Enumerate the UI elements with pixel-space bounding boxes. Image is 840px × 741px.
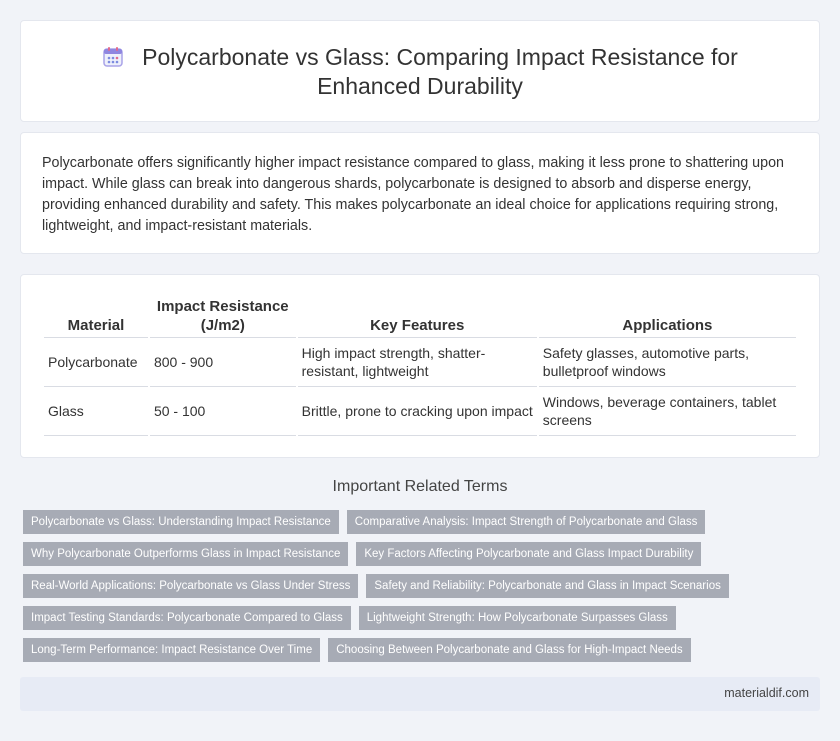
table-cell: Polycarbonate [44, 338, 148, 387]
related-term-tag[interactable]: Key Factors Affecting Polycarbonate and … [356, 542, 702, 566]
table-cell: High impact strength, shatter-resistant,… [297, 338, 537, 387]
related-term-tag[interactable]: Impact Testing Standards: Polycarbonate … [23, 606, 351, 630]
column-header-impact-resistance: Impact Resistance (J/m2) [149, 295, 296, 338]
related-term-tag[interactable]: Polycarbonate vs Glass: Understanding Im… [23, 510, 339, 534]
footer-site-link[interactable]: materialdif.com [724, 686, 809, 700]
tag-row: Impact Testing Standards: Polycarbonate … [23, 606, 823, 630]
calendar-icon [103, 47, 123, 67]
table-cell: 50 - 100 [149, 387, 296, 436]
page-title: Polycarbonate vs Glass: Comparing Impact… [21, 43, 819, 101]
comparison-table-card: Material Impact Resistance (J/m2) Key Fe… [20, 274, 820, 458]
page-title-line1: Polycarbonate vs Glass: Comparing Impact… [142, 44, 738, 70]
related-term-tag[interactable]: Real-World Applications: Polycarbonate v… [23, 574, 359, 598]
page-title-line2: Enhanced Durability [317, 73, 523, 99]
table-cell: Safety glasses, automotive parts, bullet… [538, 338, 796, 387]
header-card: Polycarbonate vs Glass: Comparing Impact… [20, 20, 820, 122]
table-cell: Windows, beverage containers, tablet scr… [538, 387, 796, 436]
table-cell: 800 - 900 [149, 338, 296, 387]
column-header-applications: Applications [538, 295, 796, 338]
table-header-row: Material Impact Resistance (J/m2) Key Fe… [44, 295, 796, 338]
tag-row: Real-World Applications: Polycarbonate v… [23, 574, 823, 598]
related-terms-list: Polycarbonate vs Glass: Understanding Im… [23, 510, 823, 670]
table-row: Glass 50 - 100 Brittle, prone to crackin… [44, 387, 796, 436]
footer: materialdif.com [20, 677, 820, 711]
table-cell: Glass [44, 387, 148, 436]
related-term-tag[interactable]: Why Polycarbonate Outperforms Glass in I… [23, 542, 349, 566]
comparison-table: Material Impact Resistance (J/m2) Key Fe… [42, 295, 798, 436]
column-header-key-features: Key Features [297, 295, 537, 338]
related-term-tag[interactable]: Lightweight Strength: How Polycarbonate … [358, 606, 676, 630]
tag-row: Polycarbonate vs Glass: Understanding Im… [23, 510, 823, 534]
column-header-material: Material [44, 295, 148, 338]
intro-card: Polycarbonate offers significantly highe… [20, 132, 820, 254]
tag-row: Why Polycarbonate Outperforms Glass in I… [23, 542, 823, 566]
related-term-tag[interactable]: Comparative Analysis: Impact Strength of… [346, 510, 706, 534]
related-term-tag[interactable]: Long-Term Performance: Impact Resistance… [23, 638, 321, 662]
related-term-tag[interactable]: Choosing Between Polycarbonate and Glass… [328, 638, 691, 662]
related-terms-title: Important Related Terms [332, 478, 508, 495]
tag-row: Long-Term Performance: Impact Resistance… [23, 638, 823, 662]
table-cell: Brittle, prone to cracking upon impact [297, 387, 537, 436]
intro-paragraph: Polycarbonate offers significantly highe… [42, 155, 784, 234]
related-term-tag[interactable]: Safety and Reliability: Polycarbonate an… [366, 574, 729, 598]
table-row: Polycarbonate 800 - 900 High impact stre… [44, 338, 796, 387]
